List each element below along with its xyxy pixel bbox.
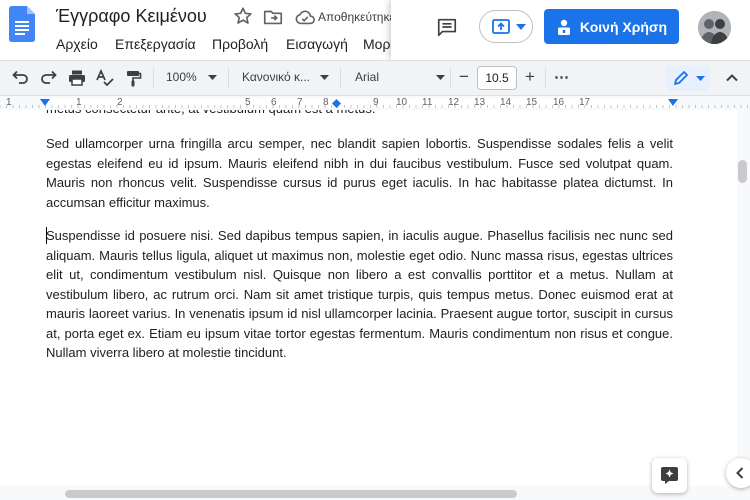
ruler-number: 7 (297, 97, 303, 108)
lock-person-icon (556, 18, 572, 36)
ruler-number: 9 (373, 97, 379, 108)
document-title[interactable]: Έγγραφο Κειμένου (56, 6, 207, 27)
ruler-number: 12 (448, 97, 460, 108)
chevron-down-icon[interactable] (208, 75, 217, 80)
left-indent-marker[interactable] (40, 99, 50, 107)
explore-icon (660, 466, 679, 485)
docs-logo-icon[interactable] (9, 6, 35, 42)
ruler-number: 13 (474, 97, 486, 108)
font-family-select[interactable]: Arial (355, 70, 379, 84)
toolbar-divider (228, 68, 229, 88)
chevron-down-icon (516, 24, 526, 30)
vertical-scrollbar[interactable] (738, 160, 747, 183)
toolbar-divider (340, 68, 341, 88)
cloud-saved-icon[interactable] (294, 7, 316, 27)
increase-font-size-button[interactable]: + (525, 67, 535, 87)
save-status-text: Αποθηκεύτηκε (318, 10, 392, 24)
undo-icon[interactable] (10, 68, 30, 88)
ruler-number: 1 (76, 97, 82, 108)
ruler-number: 14 (500, 97, 512, 108)
zoom-select[interactable]: 100% (166, 70, 197, 84)
paragraph-style-select[interactable]: Κανονικό κ... (242, 70, 312, 84)
comment-icon[interactable] (436, 16, 458, 38)
document-partial-line: metus consectetur ante, at vestibulum qu… (46, 110, 673, 119)
more-options-button[interactable]: ⋯ (554, 68, 569, 86)
ruler-number: 6 (271, 97, 277, 108)
star-icon[interactable] (232, 5, 254, 27)
ruler-number: 11 (422, 97, 433, 108)
chevron-up-icon[interactable] (724, 70, 740, 86)
tab-stop-marker[interactable] (332, 99, 341, 108)
chevron-down-icon[interactable] (320, 75, 329, 80)
present-icon (491, 17, 511, 37)
explore-button[interactable] (652, 458, 687, 493)
menu-insert[interactable]: Εισαγωγή (286, 36, 348, 52)
present-button[interactable] (479, 10, 533, 43)
share-button[interactable]: Κοινή Χρήση (544, 9, 679, 44)
redo-icon[interactable] (39, 68, 59, 88)
ruler-number: 1 (6, 97, 12, 108)
document-page[interactable]: metus consectetur ante, at vestibulum qu… (0, 110, 737, 486)
menu-file[interactable]: Αρχείο (56, 36, 98, 52)
ruler-number: 15 (526, 97, 538, 108)
ruler-number: 2 (117, 97, 123, 108)
document-paragraph: Suspendisse id posuere nisi. Sed dapibus… (46, 228, 673, 360)
print-icon[interactable] (67, 68, 87, 88)
right-indent-marker[interactable] (668, 99, 678, 107)
ruler-number: 17 (579, 97, 591, 108)
side-panel-toggle[interactable] (726, 458, 750, 488)
toolbar-divider (545, 68, 546, 88)
move-folder-icon[interactable] (262, 6, 284, 28)
avatar[interactable] (698, 11, 731, 44)
chevron-down-icon[interactable] (436, 75, 445, 80)
chevron-down-icon (696, 76, 705, 81)
paint-format-icon[interactable] (123, 68, 143, 88)
chevron-left-icon (733, 465, 747, 481)
horizontal-scrollbar[interactable] (65, 490, 517, 498)
ruler-number: 8 (323, 97, 329, 108)
share-button-label: Κοινή Χρήση (579, 18, 668, 35)
document-paragraph: Sed ullamcorper urna fringilla arcu semp… (46, 136, 673, 210)
menu-edit[interactable]: Επεξεργασία (115, 36, 196, 52)
toolbar-divider (153, 68, 154, 88)
toolbar-divider (450, 68, 451, 88)
ruler-number: 5 (245, 97, 251, 108)
pencil-icon (672, 69, 690, 87)
menu-view[interactable]: Προβολή (212, 36, 268, 52)
decrease-font-size-button[interactable]: − (459, 67, 469, 87)
ruler-number: 16 (553, 97, 565, 108)
font-size-input[interactable]: 10.5 (477, 66, 517, 90)
spellcheck-icon[interactable] (95, 68, 115, 88)
text-cursor (46, 227, 47, 244)
ruler-number: 10 (396, 97, 408, 108)
editing-mode-button[interactable] (666, 65, 710, 91)
